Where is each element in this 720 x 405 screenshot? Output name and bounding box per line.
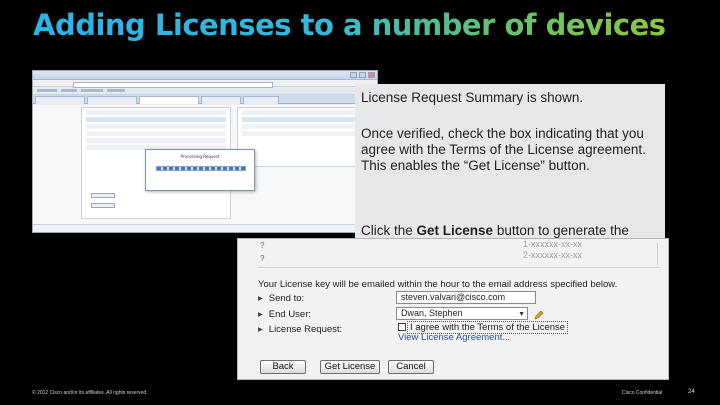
send-to-label-text: Send to: xyxy=(268,293,305,304)
send-to-label: ▸ Send to: xyxy=(258,293,304,304)
send-to-field[interactable]: steven.valvari@cisco.com xyxy=(396,291,536,304)
faint-text: 1-xxxxxx-xx-xx 2-xxxxxx-xx-xx xyxy=(523,239,582,261)
table-row xyxy=(242,117,362,122)
back-button[interactable]: Back xyxy=(260,360,306,374)
instruction-enable-text: This enables the “Get License” button. xyxy=(361,158,590,173)
processing-dialog: Processing Request xyxy=(145,149,255,191)
table-row xyxy=(86,117,226,122)
end-user-select[interactable]: Dwan, Stephen ▼ xyxy=(396,307,528,320)
table-row xyxy=(86,110,226,115)
browser-tab xyxy=(87,96,137,104)
edit-icon[interactable] xyxy=(534,310,544,320)
divider xyxy=(258,267,660,268)
favorite-item xyxy=(37,89,57,92)
browser-content: Processing Request xyxy=(33,105,377,224)
chevron-down-icon: ▼ xyxy=(518,311,525,318)
table-row xyxy=(86,138,226,143)
browser-tab xyxy=(243,96,279,104)
end-user-label-text: End User: xyxy=(268,309,312,320)
get-license-button[interactable]: Get License xyxy=(320,360,380,374)
favorite-item xyxy=(81,89,103,92)
footer-confidential: Cisco Confidential xyxy=(622,390,663,396)
close-icon xyxy=(368,72,375,78)
license-request-label-text: License Request: xyxy=(268,324,343,335)
instruction-bold: Get License xyxy=(416,223,494,238)
instruction-verify: Once verified, check the box indicating … xyxy=(361,126,661,174)
progress-bar xyxy=(156,166,246,171)
maximize-icon xyxy=(359,72,366,78)
slide-title: Adding Licenses to a number of devices xyxy=(33,8,666,42)
license-form-screenshot: 1-xxxxxx-xx-xx 2-xxxxxx-xx-xx ? ? Your L… xyxy=(237,238,669,380)
instruction-summary: License Request Summary is shown. xyxy=(361,90,584,105)
footer-copyright: © 2012 Cisco and/or its affiliates. All … xyxy=(32,390,148,396)
instruction-verify-text: Once verified, check the box indicating … xyxy=(361,126,646,157)
table-row xyxy=(242,124,362,129)
table-row xyxy=(242,110,362,115)
arrow-icon: ▸ xyxy=(258,324,263,335)
faint-text-line: 1-xxxxxx-xx-xx xyxy=(523,239,582,249)
faint-text-line: 2-xxxxxx-xx-xx xyxy=(523,250,582,260)
browser-tab xyxy=(201,96,241,104)
email-info-text: Your License key will be emailed within … xyxy=(258,279,618,290)
arrow-icon: ▸ xyxy=(258,293,263,304)
table-row xyxy=(86,124,226,129)
arrow-icon: ▸ xyxy=(258,309,263,320)
instruction-prefix: Click the xyxy=(361,223,417,238)
end-user-value: Dwan, Stephen xyxy=(401,308,463,318)
instruction-callout: License Request Summary is shown. Once v… xyxy=(355,84,665,259)
view-license-agreement-link[interactable]: View License Agreement... xyxy=(398,332,510,343)
browser-screenshot: Processing Request xyxy=(32,70,378,233)
minimize-icon xyxy=(350,72,357,78)
dialog-title: Processing Request xyxy=(180,154,220,159)
table-row xyxy=(242,131,362,136)
page-number: 24 xyxy=(688,389,695,395)
browser-titlebar xyxy=(33,71,377,80)
browser-address-bar xyxy=(73,82,273,88)
favorite-item xyxy=(61,89,77,92)
panel-button xyxy=(91,193,115,198)
browser-status-bar xyxy=(33,224,377,232)
end-user-label: ▸ End User: xyxy=(258,309,311,320)
device-list-panel xyxy=(237,107,367,167)
browser-tabs xyxy=(33,95,377,104)
favorites-bar xyxy=(33,87,377,95)
help-icon: ? xyxy=(260,254,265,263)
help-icon: ? xyxy=(260,241,265,250)
table-row xyxy=(86,131,226,136)
browser-tab xyxy=(35,96,85,104)
browser-tab xyxy=(139,96,199,104)
divider xyxy=(657,243,658,265)
cancel-button[interactable]: Cancel xyxy=(388,360,434,374)
panel-button xyxy=(91,203,115,208)
agree-checkbox[interactable] xyxy=(398,323,406,331)
favorite-item xyxy=(107,89,125,92)
license-request-label: ▸ License Request: xyxy=(258,324,342,335)
